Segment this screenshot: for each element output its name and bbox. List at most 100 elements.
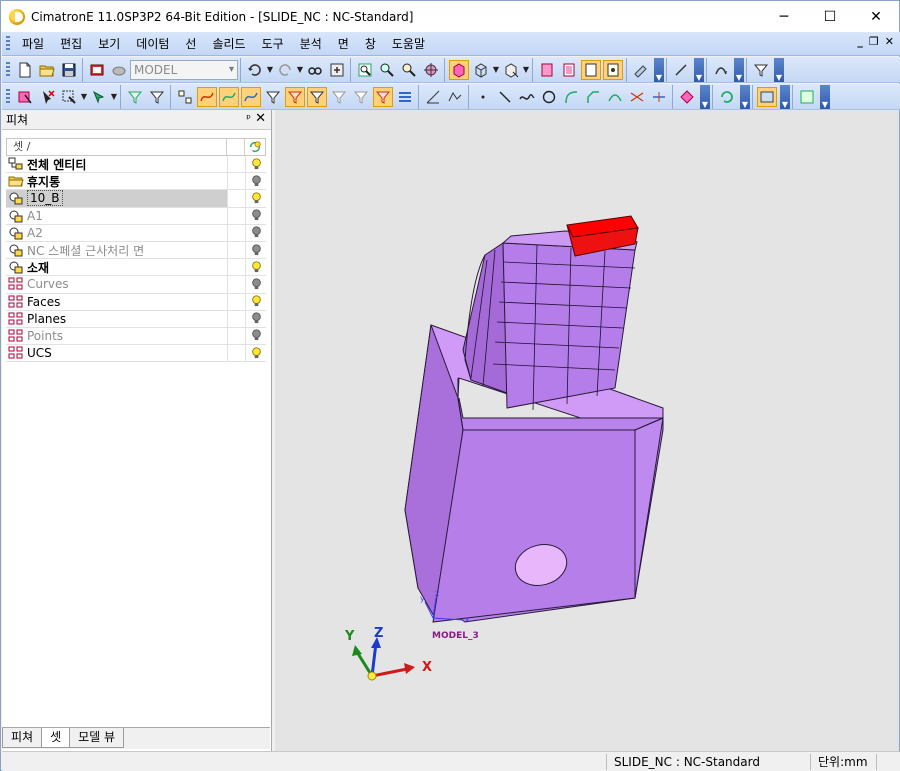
tree-row-name-cell[interactable]: Faces <box>6 293 228 310</box>
lightbulb-icon[interactable] <box>246 226 266 239</box>
select-all-icon[interactable] <box>15 87 35 107</box>
divide-icon[interactable] <box>649 87 669 107</box>
filter-funnel-icon[interactable] <box>751 60 771 80</box>
tree-row[interactable]: A1 <box>6 207 266 225</box>
layer-icon[interactable] <box>109 60 129 80</box>
tree-row[interactable]: Faces <box>6 293 266 311</box>
maximize-button[interactable]: ☐ <box>807 1 853 32</box>
menu-face[interactable]: 면 <box>330 34 357 54</box>
model-select[interactable]: MODEL <box>130 59 238 80</box>
funnel-icon[interactable] <box>263 87 283 107</box>
tab-set[interactable]: 셋 <box>41 728 71 748</box>
pick-icon[interactable] <box>89 87 109 107</box>
box-select-icon[interactable] <box>59 87 79 107</box>
visibility-refresh-icon[interactable] <box>245 139 265 155</box>
point-icon[interactable] <box>473 87 493 107</box>
tree-row[interactable]: 10_B <box>6 190 266 208</box>
wireframe-cube-icon[interactable] <box>471 60 491 80</box>
list-filter-icon[interactable] <box>395 87 415 107</box>
tree-row[interactable]: 전체 엔티티 <box>6 156 266 174</box>
lightbulb-icon[interactable] <box>246 347 266 360</box>
toolbar-grip-icon[interactable] <box>6 88 10 105</box>
sketcher-icon[interactable] <box>423 87 443 107</box>
tree-row[interactable]: UCS <box>6 345 266 363</box>
toolbar-overflow-icon[interactable]: ▼ <box>820 84 830 109</box>
lightbulb-icon[interactable] <box>246 261 266 274</box>
toolbar-overflow-icon[interactable]: ▼ <box>740 84 750 109</box>
refresh-icon[interactable] <box>717 87 737 107</box>
tree-row[interactable]: A2 <box>6 224 266 242</box>
point-pick-icon[interactable] <box>307 86 327 107</box>
tree-row-name-cell[interactable]: 소재 <box>6 259 228 276</box>
model-view[interactable]: y z x MODEL_3 Y Z X <box>275 110 899 751</box>
lightbulb-icon[interactable] <box>246 157 266 171</box>
chevron-down-icon[interactable]: ▼ <box>296 65 304 74</box>
tree-row[interactable]: NC 스페셜 근사처리 면 <box>6 241 266 260</box>
menu-solid[interactable]: 솔리드 <box>204 34 253 54</box>
new-file-icon[interactable] <box>15 60 35 80</box>
lightbulb-icon[interactable] <box>246 312 266 325</box>
redo-icon[interactable] <box>275 60 295 80</box>
menu-curve[interactable]: 선 <box>177 34 204 54</box>
tree-row[interactable]: Planes <box>6 310 266 328</box>
menu-edit[interactable]: 편집 <box>52 34 90 54</box>
edge-filter-icon[interactable] <box>581 59 601 80</box>
lightbulb-icon[interactable] <box>246 243 266 257</box>
line-icon[interactable] <box>495 87 515 107</box>
tree-row-name-cell[interactable]: Points <box>6 327 228 345</box>
lightbulb-icon[interactable] <box>246 278 266 291</box>
face-pick-icon[interactable] <box>219 86 239 107</box>
undo-icon[interactable] <box>245 60 265 80</box>
regenerate-icon[interactable] <box>327 60 347 80</box>
lightbulb-icon[interactable] <box>246 175 266 188</box>
toolbar-overflow-icon[interactable]: ▼ <box>780 84 790 109</box>
tree-row-name-cell[interactable]: A2 <box>6 224 228 241</box>
open-folder-icon[interactable] <box>37 60 57 80</box>
nc-icon[interactable] <box>797 87 817 107</box>
tree-row-name-cell[interactable]: Planes <box>6 310 228 327</box>
minimize-button[interactable]: ─ <box>761 1 807 32</box>
shaded-cube-icon[interactable] <box>449 59 469 80</box>
filter-funnel-icon[interactable] <box>147 87 167 107</box>
toolbar-overflow-icon[interactable]: ▼ <box>700 84 710 109</box>
menu-grip-icon[interactable] <box>6 35 10 52</box>
box-filter-icon[interactable] <box>537 60 557 80</box>
curve-filter-icon[interactable] <box>197 86 217 107</box>
set-filter-icon[interactable] <box>373 86 393 107</box>
menu-tools[interactable]: 도구 <box>254 34 292 54</box>
mdi-minimize-button[interactable]: _ <box>857 35 863 48</box>
offset-curve-icon[interactable] <box>605 87 625 107</box>
tree-row[interactable]: Curves <box>6 276 266 294</box>
composite-curve-icon[interactable] <box>445 87 465 107</box>
tab-feature[interactable]: 피쳐 <box>2 728 43 748</box>
toolbar-overflow-icon[interactable]: ▼ <box>694 57 704 82</box>
chamfer-curve-icon[interactable] <box>583 87 603 107</box>
deselect-icon[interactable] <box>37 87 57 107</box>
menu-help[interactable]: 도움말 <box>384 34 433 54</box>
close-button[interactable]: ✕ <box>853 1 899 32</box>
group-filter-icon[interactable] <box>175 87 195 107</box>
feature-filter-icon[interactable] <box>125 87 145 107</box>
tree-row[interactable]: 소재 <box>6 259 266 277</box>
tab-model-view[interactable]: 모델 뷰 <box>69 728 125 748</box>
chevron-down-icon[interactable]: ▼ <box>80 92 88 101</box>
model-tree-icon[interactable] <box>87 60 107 80</box>
tree-row[interactable]: Points <box>6 327 266 346</box>
tree-row-name-cell[interactable]: 전체 엔티티 <box>6 156 228 173</box>
toolbar-grip-icon[interactable] <box>6 61 10 78</box>
chevron-down-icon[interactable]: ▼ <box>266 65 274 74</box>
point-filter-icon[interactable] <box>603 59 623 80</box>
glasses-icon[interactable] <box>305 60 325 80</box>
mdi-close-button[interactable]: ✕ <box>885 35 894 48</box>
tree-row-name-cell[interactable]: Curves <box>6 276 228 293</box>
menu-window[interactable]: 창 <box>357 34 384 54</box>
toolbar-overflow-icon[interactable]: ▼ <box>774 57 784 82</box>
menu-view[interactable]: 보기 <box>90 34 128 54</box>
tree-row[interactable]: 휴지통 <box>6 173 266 191</box>
pin-icon[interactable]: ᵖ <box>246 112 251 125</box>
tree-row-name-cell[interactable]: NC 스페셜 근사처리 면 <box>6 241 228 259</box>
chevron-down-icon[interactable]: ▼ <box>522 65 530 74</box>
transform-icon[interactable] <box>711 60 731 80</box>
mdi-restore-button[interactable]: ❐ <box>869 35 879 48</box>
tree-row-name-cell[interactable]: 휴지통 <box>6 173 228 190</box>
